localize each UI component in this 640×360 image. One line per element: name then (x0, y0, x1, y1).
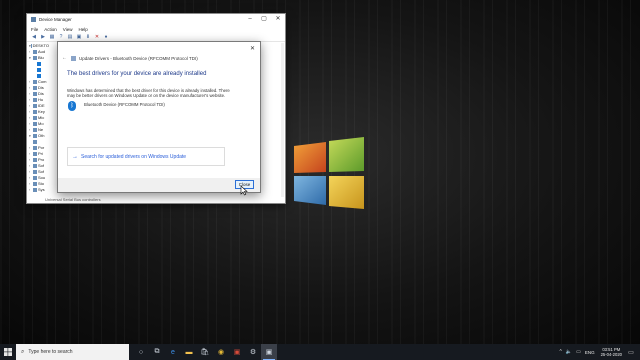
dialog-heading: The best drivers for your device are alr… (67, 71, 207, 77)
chrome-icon[interactable]: ◉ (213, 344, 229, 360)
mouse-cursor-icon (240, 185, 248, 196)
arrow-right-icon: → (72, 153, 78, 160)
device-category-icon (33, 164, 37, 168)
device-category-icon (33, 116, 37, 120)
device-category-icon (33, 140, 37, 144)
photos-icon[interactable]: ▣ (229, 344, 245, 360)
maximize-button[interactable]: ▢ (257, 14, 271, 25)
settings-icon[interactable]: ⚙ (245, 344, 261, 360)
edge-icon[interactable]: e (165, 344, 181, 360)
device-manager-titlebar[interactable]: Device Manager – ▢ ✕ (27, 14, 285, 25)
device-category-icon (33, 134, 37, 138)
uninstall-icon[interactable]: ✕ (94, 34, 100, 40)
notification-icon[interactable]: ▭ (626, 349, 636, 356)
tree-item-label: Oth (38, 133, 45, 138)
device-manager-taskbar-icon[interactable]: ▣ (261, 344, 277, 360)
back-arrow-icon[interactable]: ← (62, 55, 67, 61)
device-category-icon (33, 80, 37, 84)
search-link-label: Search for updated drivers on Windows Up… (81, 153, 187, 160)
bluetooth-icon: ᛒ (68, 101, 76, 111)
dialog-close-x-button[interactable]: ✕ (250, 45, 255, 52)
system-tray: ^ 🔈 ▭ ENG 03:51 PM 25-04-2020 ▭ (559, 344, 640, 360)
dialog-description: Windows has determined that the best dri… (67, 88, 230, 99)
device-manager-title: Device Manager (39, 17, 72, 22)
update-drivers-dialog: ✕ ← Update Drivers - Bluetooth Device (R… (57, 41, 261, 193)
menu-file[interactable]: File (31, 27, 38, 32)
device-category-icon (33, 182, 37, 186)
minimize-button[interactable]: – (243, 14, 257, 25)
dialog-header: ← Update Drivers - Bluetooth Device (RFC… (62, 55, 198, 61)
device-category-icon (33, 146, 37, 150)
task-view-icon[interactable]: ⧉ (149, 344, 165, 360)
taskbar: ⌕ Type here to search ○ ⧉ e ▬ 🛍 ◉ ▣ ⚙ ▣ … (0, 344, 640, 360)
menu-help[interactable]: Help (78, 27, 87, 32)
device-category-icon (37, 74, 41, 78)
device-row: ᛒ Bluetooth Device (RFCOMM Protocol TDI) (68, 101, 165, 111)
enable-icon[interactable]: ● (103, 34, 109, 40)
windows-logo (294, 137, 364, 209)
device-category-icon (33, 170, 37, 174)
store-icon[interactable]: 🛍 (197, 344, 213, 360)
scan-icon[interactable]: ▣ (76, 34, 82, 40)
clock-date: 25-04-2020 (600, 352, 622, 357)
dialog-footer: Close (58, 178, 260, 192)
menu-bar: File Action View Help (27, 25, 285, 33)
dialog-header-title: Update Drivers - Bluetooth Device (RFCOM… (79, 55, 198, 61)
help-icon[interactable]: ? (58, 34, 64, 40)
device-category-icon (33, 158, 37, 162)
tree-item-usb[interactable]: Universal Serial Bus controllers (45, 197, 101, 202)
device-category-icon (33, 128, 37, 132)
windows-update-search-link[interactable]: → Search for updated drivers on Windows … (67, 147, 225, 166)
network-icon[interactable]: ▭ (576, 349, 581, 355)
device-category-icon (33, 56, 37, 60)
tree-item[interactable]: › Sys (29, 187, 49, 193)
device-tree[interactable]: ▾DESKTO›Aud▾Blu›Com›Dis›Dis›Hu›IDE›Key›M… (29, 43, 49, 193)
taskbar-apps: ○ ⧉ e ▬ 🛍 ◉ ▣ ⚙ ▣ (133, 344, 277, 360)
search-placeholder: Type here to search (28, 349, 73, 355)
file-explorer-icon[interactable]: ▬ (181, 344, 197, 360)
device-category-icon (33, 104, 37, 108)
cortana-icon[interactable]: ○ (133, 344, 149, 360)
tree-item-label: Sys (38, 187, 45, 192)
language-indicator[interactable]: ENG (585, 350, 595, 355)
back-icon[interactable]: ◀ (31, 34, 37, 40)
menu-action[interactable]: Action (44, 27, 57, 32)
device-category-icon (33, 152, 37, 156)
start-button[interactable] (0, 344, 16, 360)
tray-chevron-icon[interactable]: ^ (559, 349, 561, 355)
window-close-button[interactable]: ✕ (271, 14, 285, 25)
volume-icon[interactable]: 🔈 (566, 349, 572, 355)
device-category-icon (33, 176, 37, 180)
tree-item-label: Blu (38, 55, 44, 60)
device-category-icon (30, 44, 32, 48)
windows-start-icon (4, 348, 12, 356)
device-manager-icon (31, 17, 36, 22)
forward-icon[interactable]: ▶ (40, 34, 46, 40)
device-category-icon (33, 98, 37, 102)
device-category-icon (33, 188, 37, 192)
device-category-icon (33, 92, 37, 96)
clock[interactable]: 03:51 PM 25-04-2020 (601, 347, 622, 357)
menu-view[interactable]: View (63, 27, 73, 32)
properties-icon[interactable]: ▦ (49, 34, 55, 40)
update-driver-icon[interactable]: ⬇ (85, 34, 91, 40)
device-icon (71, 55, 76, 61)
device-category-icon (33, 50, 37, 54)
device-category-icon (37, 68, 41, 72)
taskbar-search-input[interactable]: ⌕ Type here to search (16, 344, 129, 360)
device-category-icon (37, 62, 41, 66)
device-category-icon (33, 86, 37, 90)
view-icon[interactable]: ▤ (67, 34, 73, 40)
vertical-scrollbar[interactable] (281, 43, 284, 197)
device-category-icon (33, 122, 37, 126)
device-name: Bluetooth Device (RFCOMM Protocol TDI) (84, 101, 165, 107)
device-category-icon (33, 110, 37, 114)
search-icon: ⌕ (21, 348, 25, 355)
